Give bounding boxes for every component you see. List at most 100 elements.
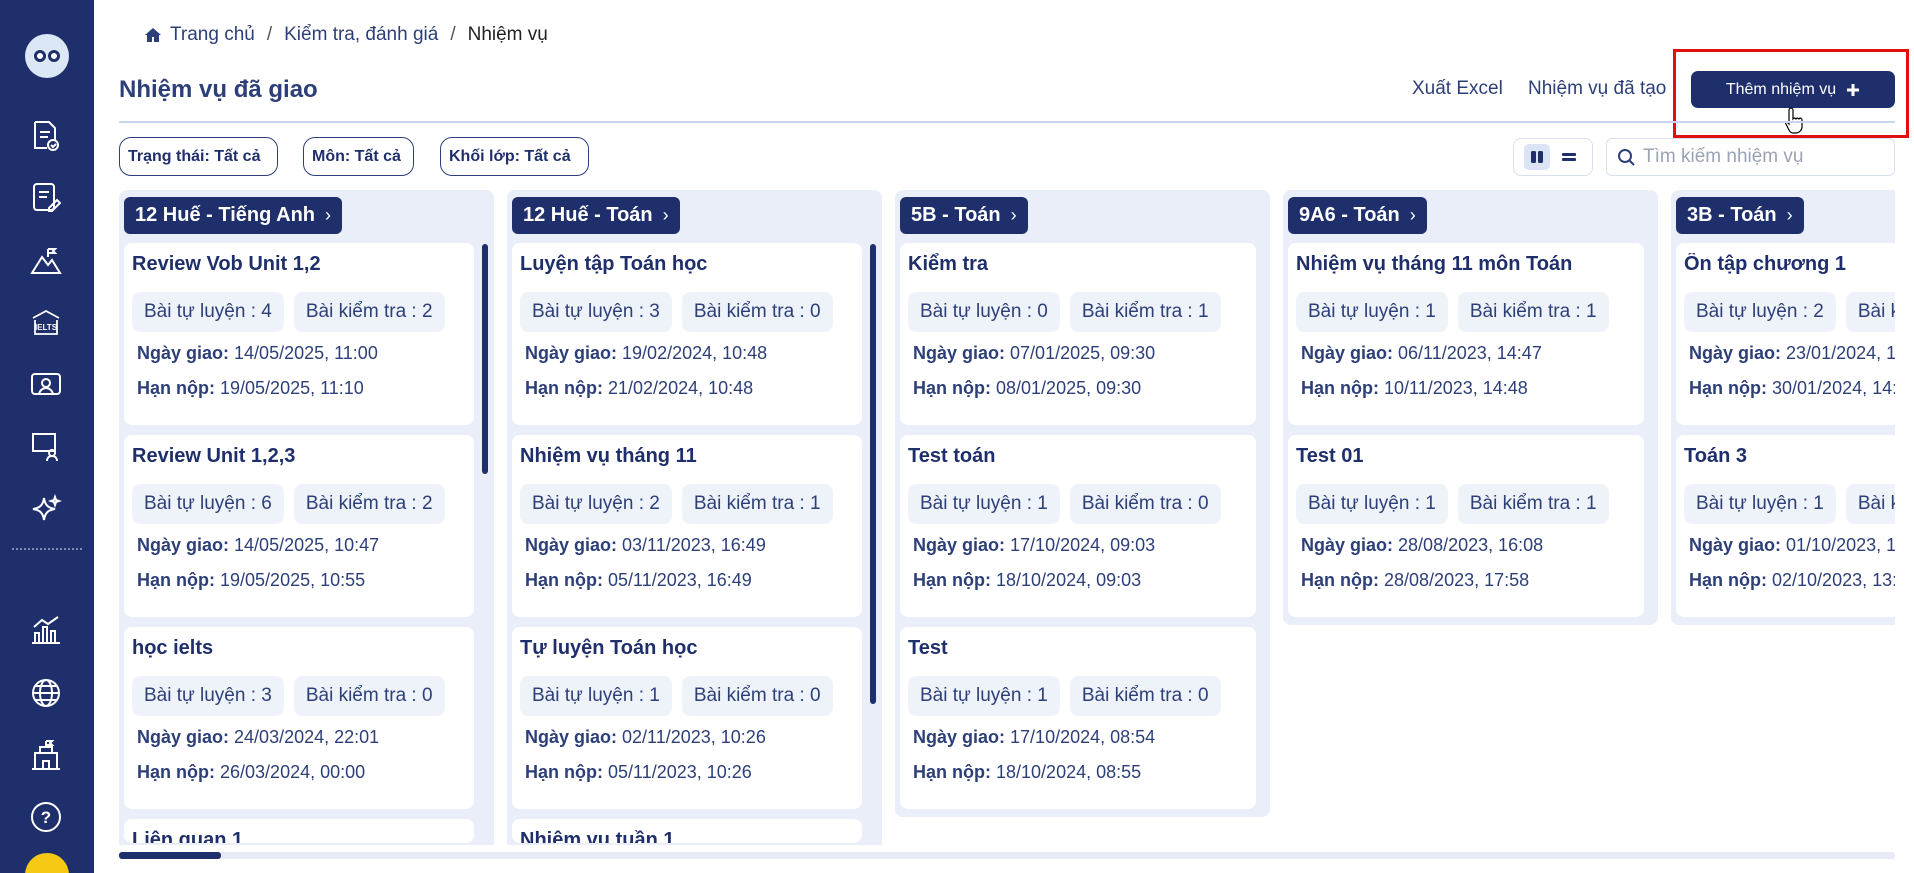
- assigned-label: Ngày giao:: [525, 727, 618, 747]
- task-title: Review Vob Unit 1,2: [132, 253, 321, 275]
- assigned-label: Ngày giao:: [1689, 343, 1782, 363]
- task-card[interactable]: Test 01 Bài tự luyện : 1 Bài kiểm tra : 1…: [1288, 435, 1644, 617]
- column-header[interactable]: 5B - Toán ›: [900, 197, 1028, 234]
- task-card[interactable]: Luyện tập Toán học Bài tự luyện : 3 Bài k…: [512, 243, 862, 425]
- assigned-label: Ngày giao:: [1301, 535, 1394, 555]
- task-card[interactable]: học ielts Bài tự luyện : 3 Bài kiểm tra :…: [124, 627, 474, 809]
- class-column: 3B - Toán › Ôn tập chương 1 Bài tự luyện …: [1671, 190, 1895, 625]
- help-icon[interactable]: ?: [28, 799, 64, 835]
- practice-count: Bài tự luyện : 6: [132, 484, 284, 524]
- list-view-icon[interactable]: [1556, 144, 1582, 170]
- task-card[interactable]: Tự luyện Toán học Bài tự luyện : 1 Bài ki…: [512, 627, 862, 809]
- svg-text:IELTS: IELTS: [35, 323, 58, 332]
- task-title: Test 01: [1296, 445, 1364, 467]
- due-label: Hạn nộp:: [525, 762, 603, 782]
- assigned-label: Ngày giao:: [525, 535, 618, 555]
- assigned-label: Ngày giao:: [137, 727, 230, 747]
- search-box: [1606, 138, 1895, 176]
- test-count: Bài kiểm tra : 0: [681, 292, 833, 332]
- owl-logo-icon[interactable]: [25, 34, 69, 78]
- status-filter[interactable]: Trạng thái: Tất cả: [119, 137, 278, 176]
- school-icon[interactable]: [28, 737, 64, 773]
- due-date: 10/11/2023, 14:48: [1384, 378, 1528, 398]
- column-title: 5B - Toán: [911, 204, 1001, 226]
- test-count: Bài kiểm tra : 2: [293, 292, 445, 332]
- due-label: Hạn nộp:: [913, 570, 991, 590]
- task-card[interactable]: Review Vob Unit 1,2 Bài tự luyện : 4 Bài …: [124, 243, 474, 425]
- assigned-label: Ngày giao:: [137, 535, 230, 555]
- chart-icon[interactable]: [28, 612, 64, 648]
- due-label: Hạn nộp:: [1689, 378, 1767, 398]
- due-label: Hạn nộp:: [913, 762, 991, 782]
- column-header[interactable]: 3B - Toán ›: [1676, 197, 1804, 234]
- sparkle-icon[interactable]: [28, 492, 64, 528]
- test-count: Bài kiểm tra : 1: [1457, 484, 1609, 524]
- due-date: 19/05/2025, 11:10: [220, 378, 364, 398]
- due-date: 05/11/2023, 16:49: [608, 570, 752, 590]
- search-icon: [1618, 149, 1635, 166]
- teacher-icon[interactable]: [28, 429, 64, 465]
- due-label: Hạn nộp:: [525, 570, 603, 590]
- test-count: Bài kiểm tra : 0: [293, 676, 445, 716]
- search-input[interactable]: [1643, 146, 1883, 168]
- avatar[interactable]: [25, 853, 69, 873]
- header-divider: [119, 121, 1895, 123]
- board-scrollbar-thumb[interactable]: [119, 852, 221, 859]
- test-count: Bài kiểm tra : 2: [293, 484, 445, 524]
- globe-icon[interactable]: [28, 675, 64, 711]
- due-label: Hạn nộp:: [1689, 570, 1767, 590]
- column-title: 12 Huế - Toán: [523, 204, 653, 226]
- task-title: Luyện tập Toán học: [520, 253, 708, 275]
- due-date: 18/10/2024, 08:55: [996, 762, 1142, 782]
- task-card[interactable]: Test Bài tự luyện : 1 Bài kiểm tra : 0 Ng…: [900, 627, 1256, 809]
- column-header[interactable]: 12 Huế - Tiếng Anh ›: [124, 197, 343, 234]
- column-header[interactable]: 12 Huế - Toán ›: [512, 197, 680, 234]
- task-card[interactable]: Liên quan 1: [124, 819, 474, 843]
- column-scrollbar[interactable]: [870, 244, 876, 704]
- subject-filter[interactable]: Môn: Tất cả: [303, 137, 414, 176]
- task-card[interactable]: Nhiệm vụ tháng 11 Bài tự luyện : 2 Bài ki…: [512, 435, 862, 617]
- board-scrollbar-track[interactable]: [119, 852, 1895, 859]
- practice-count: Bài tự luyện : 1: [1684, 484, 1836, 524]
- column-header[interactable]: 9A6 - Toán ›: [1288, 197, 1427, 234]
- due-date: 02/10/2023, 13:00: [1772, 570, 1895, 590]
- grade-filter[interactable]: Khối lớp: Tất cả: [440, 137, 589, 176]
- task-card[interactable]: Nhiệm vụ tháng 11 môn Toán Bài tự luyện …: [1288, 243, 1644, 425]
- task-board: 12 Huế - Tiếng Anh › Review Vob Unit 1,2 …: [119, 190, 1895, 845]
- sidebar: IELTS ?: [0, 0, 94, 873]
- test-count: Bài kiểm tra : 1: [1845, 484, 1895, 524]
- classroom-icon[interactable]: [28, 367, 64, 403]
- practice-count: Bài tự luyện : 1: [908, 484, 1060, 524]
- page-title: Nhiệm vụ đã giao: [119, 76, 318, 103]
- column-scrollbar[interactable]: [482, 244, 488, 474]
- assigned-date: 03/11/2023, 16:49: [622, 535, 766, 555]
- test-count: Bài kiểm tra : 0: [1845, 292, 1895, 332]
- task-card[interactable]: Test toán Bài tự luyện : 1 Bài kiểm tra :…: [900, 435, 1256, 617]
- column-view-icon[interactable]: [1524, 144, 1550, 170]
- mountain-icon[interactable]: [28, 242, 64, 278]
- assigned-date: 28/08/2023, 16:08: [1398, 535, 1544, 555]
- export-excel-link[interactable]: Xuất Excel: [1412, 78, 1503, 100]
- task-card[interactable]: Toán 3 Bài tự luyện : 1Bài kiểm tra : 1 …: [1676, 435, 1895, 617]
- task-title: Nhiệm vụ tháng 11: [520, 445, 697, 467]
- task-title: Nhiệm vụ tháng 11 môn Toán: [1296, 253, 1573, 275]
- breadcrumb: Trang chủ / Kiểm tra, đánh giá / Nhiệm v…: [144, 24, 548, 46]
- task-card[interactable]: Kiểm tra Bài tự luyện : 0 Bài kiểm tra : …: [900, 243, 1256, 425]
- assignment-icon[interactable]: [28, 180, 64, 216]
- breadcrumb-separator: /: [266, 24, 273, 45]
- task-card[interactable]: Nhiệm vụ tuần 1: [512, 819, 862, 843]
- assigned-label: Ngày giao:: [137, 343, 230, 363]
- task-title: Toán 3: [1684, 445, 1747, 467]
- column-title: 3B - Toán: [1687, 204, 1777, 226]
- practice-count: Bài tự luyện : 4: [132, 292, 284, 332]
- task-title: Kiểm tra: [908, 253, 989, 275]
- breadcrumb-home[interactable]: Trang chủ: [170, 24, 255, 46]
- created-tasks-link[interactable]: Nhiệm vụ đã tạo: [1528, 78, 1666, 100]
- report-icon[interactable]: [28, 118, 64, 154]
- ielts-icon[interactable]: IELTS: [28, 305, 64, 341]
- task-card[interactable]: Review Unit 1,2,3 Bài tự luyện : 6 Bài ki…: [124, 435, 474, 617]
- task-card[interactable]: Ôn tập chương 1 Bài tự luyện : 2Bài kiểm…: [1676, 243, 1895, 425]
- practice-count: Bài tự luyện : 0: [908, 292, 1060, 332]
- breadcrumb-section[interactable]: Kiểm tra, đánh giá: [284, 24, 438, 46]
- due-date: 21/02/2024, 10:48: [608, 378, 754, 398]
